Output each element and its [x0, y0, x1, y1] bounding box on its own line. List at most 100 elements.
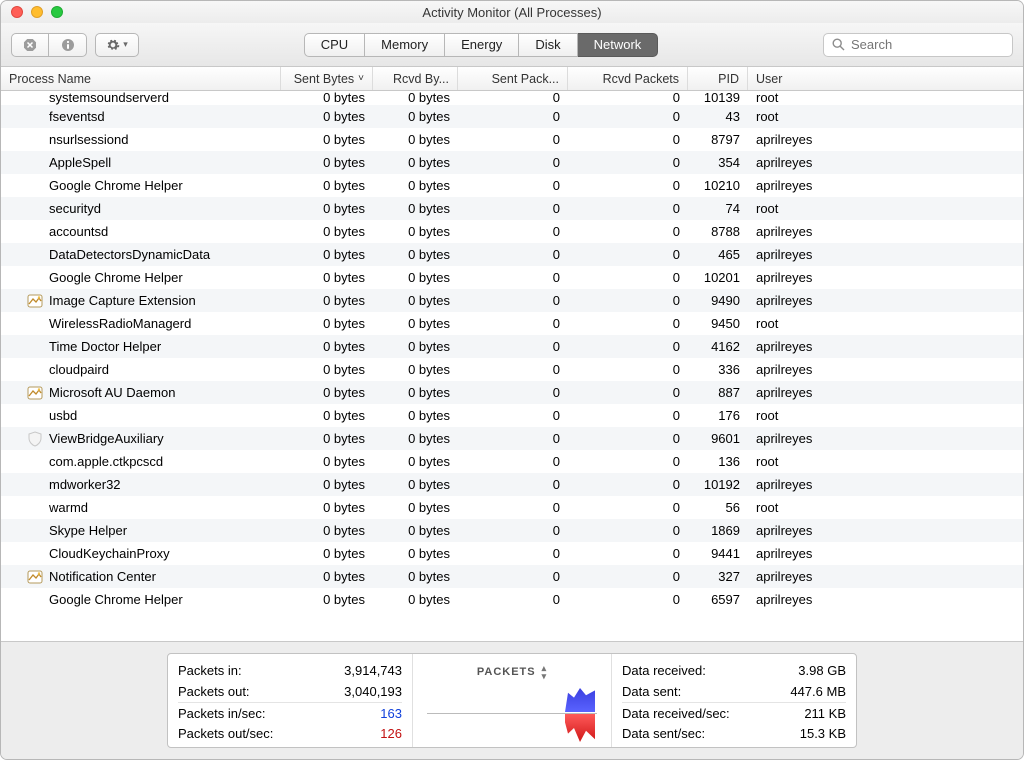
table-row[interactable]: securityd0 bytes0 bytes0074root	[1, 197, 1023, 220]
sent-bytes: 0 bytes	[281, 224, 373, 239]
table-row[interactable]: Skype Helper0 bytes0 bytes001869aprilrey…	[1, 519, 1023, 542]
col-rcvd-packets[interactable]: Rcvd Packets	[568, 67, 688, 90]
stepper-icon[interactable]: ▴▾	[542, 664, 548, 680]
table-row[interactable]: Google Chrome Helper0 bytes0 bytes001020…	[1, 266, 1023, 289]
rcvd-bytes: 0 bytes	[373, 477, 458, 492]
table-row[interactable]: warmd0 bytes0 bytes0056root	[1, 496, 1023, 519]
titlebar[interactable]: Activity Monitor (All Processes)	[1, 1, 1023, 23]
process-name: fseventsd	[49, 109, 105, 124]
process-name: systemsoundserverd	[49, 91, 169, 105]
tab-network[interactable]: Network	[578, 33, 659, 57]
spark-in-icon	[565, 688, 595, 712]
info-icon	[61, 38, 75, 52]
pid: 10139	[688, 91, 748, 105]
sent-bytes: 0 bytes	[281, 201, 373, 216]
col-sent-bytes[interactable]: Sent Bytes˅	[281, 67, 373, 90]
pid: 8797	[688, 132, 748, 147]
process-name: warmd	[49, 500, 88, 515]
process-name: WirelessRadioManagerd	[49, 316, 191, 331]
rcvd-bytes: 0 bytes	[373, 454, 458, 469]
image-capture-icon	[27, 293, 43, 309]
stop-process-button[interactable]	[11, 33, 49, 57]
sent-bytes: 0 bytes	[281, 569, 373, 584]
sent-bytes: 0 bytes	[281, 270, 373, 285]
data-received-label: Data received:	[622, 663, 706, 678]
packets-in-value: 3,914,743	[344, 663, 402, 678]
packets-stats: Packets in:3,914,743 Packets out:3,040,1…	[168, 654, 412, 747]
packets-graph[interactable]: PACKETS ▴▾	[412, 654, 612, 747]
col-pid[interactable]: PID	[688, 67, 748, 90]
packets-out-label: Packets out:	[178, 684, 250, 699]
options-menu-button[interactable]: ▾	[95, 33, 139, 57]
table-row[interactable]: DataDetectorsDynamicData0 bytes0 bytes00…	[1, 243, 1023, 266]
tab-energy[interactable]: Energy	[445, 33, 519, 57]
pid: 8788	[688, 224, 748, 239]
sent-bytes: 0 bytes	[281, 132, 373, 147]
user: aprilreyes	[748, 523, 1023, 538]
pid: 6597	[688, 592, 748, 607]
data-sent-label: Data sent:	[622, 684, 681, 699]
sort-indicator-icon: ˅	[358, 73, 364, 84]
table-row[interactable]: AppleSpell0 bytes0 bytes00354aprilreyes	[1, 151, 1023, 174]
sent-packets: 0	[458, 293, 568, 308]
sent-packets: 0	[458, 201, 568, 216]
sent-bytes: 0 bytes	[281, 592, 373, 607]
table-row[interactable]: Time Doctor Helper0 bytes0 bytes004162ap…	[1, 335, 1023, 358]
col-process-name[interactable]: Process Name	[1, 67, 281, 90]
rcvd-packets: 0	[568, 293, 688, 308]
sent-packets: 0	[458, 339, 568, 354]
table-row[interactable]: accountsd0 bytes0 bytes008788aprilreyes	[1, 220, 1023, 243]
table-header: Process Name Sent Bytes˅ Rcvd By... Sent…	[1, 67, 1023, 91]
process-name: CloudKeychainProxy	[49, 546, 170, 561]
table-row[interactable]: systemsoundserverd0 bytes0 bytes0010139r…	[1, 91, 1023, 105]
table-row[interactable]: Microsoft AU Daemon0 bytes0 bytes00887ap…	[1, 381, 1023, 404]
col-rcvd-bytes[interactable]: Rcvd By...	[373, 67, 458, 90]
rcvd-packets: 0	[568, 178, 688, 193]
tab-disk[interactable]: Disk	[519, 33, 577, 57]
col-sent-packets[interactable]: Sent Pack...	[458, 67, 568, 90]
table-row[interactable]: fseventsd0 bytes0 bytes0043root	[1, 105, 1023, 128]
rcvd-packets: 0	[568, 523, 688, 538]
rcvd-bytes: 0 bytes	[373, 109, 458, 124]
sent-bytes: 0 bytes	[281, 362, 373, 377]
inspect-process-button[interactable]	[49, 33, 87, 57]
table-row[interactable]: cloudpaird0 bytes0 bytes00336aprilreyes	[1, 358, 1023, 381]
user: aprilreyes	[748, 592, 1023, 607]
search-field[interactable]	[823, 33, 1013, 57]
table-row[interactable]: Notification Center0 bytes0 bytes00327ap…	[1, 565, 1023, 588]
sent-packets: 0	[458, 523, 568, 538]
process-table[interactable]: systemsoundserverd0 bytes0 bytes0010139r…	[1, 91, 1023, 641]
sent-packets: 0	[458, 385, 568, 400]
table-row[interactable]: WirelessRadioManagerd0 bytes0 bytes00945…	[1, 312, 1023, 335]
data-sent-sec-label: Data sent/sec:	[622, 726, 705, 741]
pid: 354	[688, 155, 748, 170]
table-row[interactable]: com.apple.ctkpcscd0 bytes0 bytes00136roo…	[1, 450, 1023, 473]
table-row[interactable]: Google Chrome Helper0 bytes0 bytes001021…	[1, 174, 1023, 197]
table-row[interactable]: usbd0 bytes0 bytes00176root	[1, 404, 1023, 427]
tab-cpu[interactable]: CPU	[304, 33, 365, 57]
table-row[interactable]: ViewBridgeAuxiliary0 bytes0 bytes009601a…	[1, 427, 1023, 450]
rcvd-bytes: 0 bytes	[373, 592, 458, 607]
user: aprilreyes	[748, 224, 1023, 239]
table-row[interactable]: Image Capture Extension0 bytes0 bytes009…	[1, 289, 1023, 312]
rcvd-packets: 0	[568, 385, 688, 400]
process-name: nsurlsessiond	[49, 132, 129, 147]
user: aprilreyes	[748, 155, 1023, 170]
pid: 465	[688, 247, 748, 262]
user: aprilreyes	[748, 178, 1023, 193]
rcvd-bytes: 0 bytes	[373, 224, 458, 239]
tab-memory[interactable]: Memory	[365, 33, 445, 57]
rcvd-bytes: 0 bytes	[373, 178, 458, 193]
user: aprilreyes	[748, 477, 1023, 492]
table-row[interactable]: CloudKeychainProxy0 bytes0 bytes009441ap…	[1, 542, 1023, 565]
table-row[interactable]: Google Chrome Helper0 bytes0 bytes006597…	[1, 588, 1023, 611]
table-row[interactable]: nsurlsessiond0 bytes0 bytes008797aprilre…	[1, 128, 1023, 151]
search-input[interactable]	[851, 37, 1024, 52]
process-name: com.apple.ctkpcscd	[49, 454, 163, 469]
table-row[interactable]: mdworker320 bytes0 bytes0010192aprilreye…	[1, 473, 1023, 496]
user: aprilreyes	[748, 293, 1023, 308]
rcvd-packets: 0	[568, 362, 688, 377]
rcvd-bytes: 0 bytes	[373, 91, 458, 105]
col-user[interactable]: User	[748, 67, 1023, 90]
rcvd-bytes: 0 bytes	[373, 431, 458, 446]
